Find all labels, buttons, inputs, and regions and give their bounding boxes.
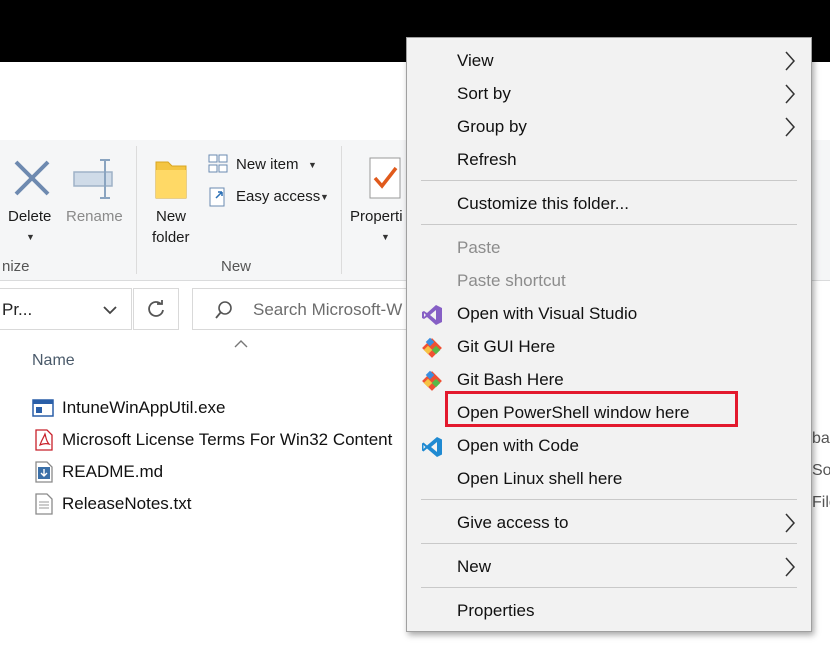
easy-access-icon <box>209 187 225 207</box>
text-file-icon <box>35 493 53 515</box>
delete-dropdown-caret: ▼ <box>26 232 35 242</box>
menu-separator <box>421 587 797 588</box>
menu-item-label: View <box>457 51 494 70</box>
menu-item-label: Refresh <box>457 150 517 169</box>
new-item-icon <box>208 154 228 173</box>
rename-icon <box>73 159 113 199</box>
menu-item-paste[interactable]: Paste <box>407 232 811 265</box>
menu-item-label: Open with Code <box>457 436 579 455</box>
menu-item-open-powershell[interactable]: Open PowerShell window here <box>407 397 811 430</box>
menu-item-customize-folder[interactable]: Customize this folder... <box>407 188 811 221</box>
properties-check-icon <box>369 157 401 199</box>
folder-icon <box>155 161 187 199</box>
properties-ribbon-label: Properti <box>350 208 403 225</box>
context-menu: View Sort by Group by Refresh Customize … <box>406 37 812 632</box>
group-label-new: New <box>221 258 252 275</box>
sort-up-icon <box>234 340 248 348</box>
file-name: IntuneWinAppUtil.exe <box>62 398 226 417</box>
menu-item-label: Paste shortcut <box>457 271 566 290</box>
chevron-right-icon <box>785 117 796 137</box>
menu-item-label: Git Bash Here <box>457 370 564 389</box>
chevron-right-icon <box>785 513 796 533</box>
menu-item-open-linux-shell[interactable]: Open Linux shell here <box>407 463 811 496</box>
menu-item-label: Git GUI Here <box>457 337 556 356</box>
delete-x-icon <box>14 160 50 196</box>
new-folder-label-2: folder <box>152 229 190 246</box>
chevron-right-icon <box>785 557 796 577</box>
menu-item-open-with-code[interactable]: Open with Code <box>407 430 811 463</box>
new-folder-label-1: New <box>156 208 187 225</box>
menu-item-sort-by[interactable]: Sort by <box>407 78 811 111</box>
menu-item-give-access[interactable]: Give access to <box>407 507 811 540</box>
menu-separator <box>421 543 797 544</box>
easy-access-dropdown-caret: ▼ <box>320 192 329 202</box>
new-item-button[interactable]: New item ▼ <box>208 152 328 178</box>
markdown-icon <box>35 461 53 483</box>
chevron-right-icon <box>785 84 796 104</box>
column-cell-cut: Sou <box>812 462 830 479</box>
menu-item-git-bash[interactable]: Git Bash Here <box>407 364 811 397</box>
git-icon <box>422 337 442 358</box>
properties-dropdown-caret: ▼ <box>381 232 390 242</box>
column-cell-cut: File <box>812 494 830 511</box>
menu-item-view[interactable]: View <box>407 45 811 78</box>
rename-label: Rename <box>66 208 123 225</box>
search-icon <box>215 301 232 319</box>
menu-separator <box>421 180 797 181</box>
rename-button[interactable]: Rename <box>62 150 130 240</box>
column-cell-cut: ba <box>812 430 830 447</box>
delete-button[interactable]: Delete ▼ <box>4 150 58 250</box>
easy-access-label: Easy access <box>236 188 321 205</box>
menu-item-new[interactable]: New <box>407 551 811 584</box>
exe-icon <box>32 399 54 417</box>
file-name: ReleaseNotes.txt <box>62 494 192 513</box>
delete-label: Delete <box>8 208 52 225</box>
menu-item-label: Open Linux shell here <box>457 469 623 488</box>
group-label-organize: nize <box>2 258 30 275</box>
menu-item-label: New <box>457 557 492 576</box>
easy-access-button[interactable]: Easy access ▼ <box>208 184 332 210</box>
menu-item-label: Sort by <box>457 84 511 103</box>
properties-ribbon-button[interactable]: Properti ▼ <box>348 150 406 250</box>
menu-item-group-by[interactable]: Group by <box>407 111 811 144</box>
menu-item-label: Group by <box>457 117 527 136</box>
file-name: Microsoft License Terms For Win32 Conten… <box>62 430 393 449</box>
refresh-button[interactable] <box>133 288 179 330</box>
menu-separator <box>421 499 797 500</box>
menu-item-git-gui[interactable]: Git GUI Here <box>407 331 811 364</box>
address-path: Pr... <box>2 300 33 319</box>
menu-separator <box>421 224 797 225</box>
pdf-icon <box>35 429 53 451</box>
ribbon-separator <box>341 146 342 274</box>
chevron-right-icon <box>785 51 796 71</box>
new-item-dropdown-caret: ▼ <box>308 160 317 170</box>
vscode-icon <box>422 437 442 457</box>
search-input[interactable]: Search Microsoft-W <box>253 300 402 320</box>
refresh-icon <box>148 300 164 317</box>
chevron-down-icon[interactable] <box>102 305 118 315</box>
ribbon-separator <box>136 146 137 274</box>
menu-item-label: Properties <box>457 601 535 620</box>
menu-item-label: Open with Visual Studio <box>457 304 638 323</box>
menu-item-label: Customize this folder... <box>457 194 629 213</box>
menu-item-label: Open PowerShell window here <box>457 403 690 422</box>
menu-item-paste-shortcut[interactable]: Paste shortcut <box>407 265 811 298</box>
new-folder-button[interactable]: New folder <box>146 150 200 250</box>
column-header-name[interactable]: Name <box>32 352 75 370</box>
new-item-label: New item <box>236 156 299 173</box>
menu-item-label: Paste <box>457 238 501 257</box>
menu-item-refresh[interactable]: Refresh <box>407 144 811 177</box>
menu-item-properties[interactable]: Properties <box>407 595 811 628</box>
visual-studio-icon <box>422 305 442 325</box>
git-icon <box>422 370 442 391</box>
menu-item-label: Give access to <box>457 513 569 532</box>
menu-item-open-visual-studio[interactable]: Open with Visual Studio <box>407 298 811 331</box>
file-name: README.md <box>62 462 164 481</box>
